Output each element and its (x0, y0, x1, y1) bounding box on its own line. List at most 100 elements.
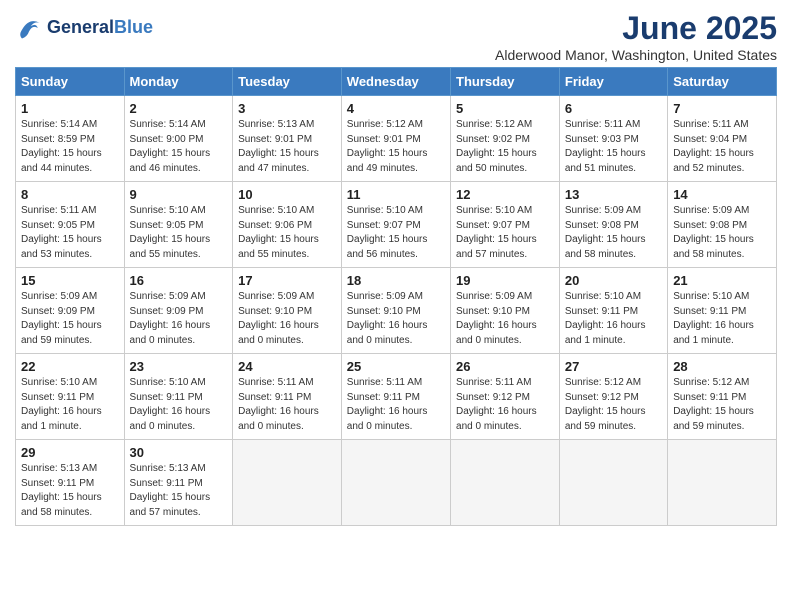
day-info: Sunrise: 5:11 AM Sunset: 9:11 PM Dayligh… (347, 376, 445, 434)
day-cell-20: 20 Sunrise: 5:10 AM Sunset: 9:11 PM Dayli… (559, 268, 667, 354)
day-cell-15: 15 Sunrise: 5:09 AM Sunset: 9:09 PM Dayli… (16, 268, 125, 354)
day-info: Sunrise: 5:12 AM Sunset: 9:12 PM Dayligh… (565, 376, 662, 434)
day-cell-1: 1 Sunrise: 5:14 AM Sunset: 8:59 PM Daylig… (16, 96, 125, 182)
weekday-header-sunday: Sunday (16, 68, 125, 96)
weekday-header-wednesday: Wednesday (341, 68, 450, 96)
day-number: 25 (347, 359, 445, 374)
day-number: 30 (130, 445, 228, 460)
day-cell-18: 18 Sunrise: 5:09 AM Sunset: 9:10 PM Dayli… (341, 268, 450, 354)
day-cell-13: 13Sunrise: 5:09 AM Sunset: 9:08 PM Dayli… (559, 182, 667, 268)
weekday-header-saturday: Saturday (668, 68, 777, 96)
day-info: Sunrise: 5:13 AM Sunset: 9:01 PM Dayligh… (238, 118, 336, 176)
day-cell-8: 8 Sunrise: 5:11 AM Sunset: 9:05 PM Daylig… (16, 182, 125, 268)
day-number: 9 (130, 187, 228, 202)
day-number: 7 (673, 101, 771, 116)
day-info: Sunrise: 5:10 AM Sunset: 9:07 PM Dayligh… (347, 204, 445, 262)
day-cell-19: 19Sunrise: 5:09 AM Sunset: 9:10 PM Dayli… (451, 268, 560, 354)
week-row-1: 1 Sunrise: 5:14 AM Sunset: 8:59 PM Daylig… (16, 96, 777, 182)
day-cell-11: 11 Sunrise: 5:10 AM Sunset: 9:07 PM Dayli… (341, 182, 450, 268)
day-info: Sunrise: 5:09 AM Sunset: 9:09 PM Dayligh… (130, 290, 228, 348)
day-number: 26 (456, 359, 554, 374)
day-number: 29 (21, 445, 119, 460)
day-info: Sunrise: 5:11 AM Sunset: 9:11 PM Dayligh… (238, 376, 336, 434)
day-number: 4 (347, 101, 445, 116)
day-cell-29: 29Sunrise: 5:13 AM Sunset: 9:11 PM Dayli… (16, 440, 125, 526)
day-info: Sunrise: 5:11 AM Sunset: 9:03 PM Dayligh… (565, 118, 662, 176)
day-info: Sunrise: 5:10 AM Sunset: 9:06 PM Dayligh… (238, 204, 336, 262)
day-number: 19 (456, 273, 554, 288)
day-number: 3 (238, 101, 336, 116)
day-cell-25: 25 Sunrise: 5:11 AM Sunset: 9:11 PM Dayli… (341, 354, 450, 440)
day-number: 27 (565, 359, 662, 374)
weekday-header-thursday: Thursday (451, 68, 560, 96)
day-info: Sunrise: 5:10 AM Sunset: 9:11 PM Dayligh… (130, 376, 228, 434)
empty-cell (233, 440, 342, 526)
day-number: 20 (565, 273, 662, 288)
day-number: 13 (565, 187, 662, 202)
day-number: 1 (21, 101, 119, 116)
day-number: 10 (238, 187, 336, 202)
day-number: 8 (21, 187, 119, 202)
day-number: 22 (21, 359, 119, 374)
day-number: 14 (673, 187, 771, 202)
weekday-header-tuesday: Tuesday (233, 68, 342, 96)
empty-cell (668, 440, 777, 526)
logo-icon (15, 14, 43, 42)
day-info: Sunrise: 5:09 AM Sunset: 9:09 PM Dayligh… (21, 290, 119, 348)
day-cell-22: 22 Sunrise: 5:10 AM Sunset: 9:11 PM Dayli… (16, 354, 125, 440)
month-title: June 2025 (495, 10, 777, 47)
day-number: 2 (130, 101, 228, 116)
page-header: GeneralBlue June 2025 Alderwood Manor, W… (15, 10, 777, 63)
day-info: Sunrise: 5:12 AM Sunset: 9:01 PM Dayligh… (347, 118, 445, 176)
day-info: Sunrise: 5:11 AM Sunset: 9:12 PM Dayligh… (456, 376, 554, 434)
day-info: Sunrise: 5:10 AM Sunset: 9:11 PM Dayligh… (673, 290, 771, 348)
day-info: Sunrise: 5:10 AM Sunset: 9:07 PM Dayligh… (456, 204, 554, 262)
day-number: 6 (565, 101, 662, 116)
day-info: Sunrise: 5:11 AM Sunset: 9:05 PM Dayligh… (21, 204, 119, 262)
day-cell-10: 10 Sunrise: 5:10 AM Sunset: 9:06 PM Dayli… (233, 182, 342, 268)
day-cell-30: 30 Sunrise: 5:13 AM Sunset: 9:11 PM Dayli… (124, 440, 233, 526)
day-cell-17: 17 Sunrise: 5:09 AM Sunset: 9:10 PM Dayli… (233, 268, 342, 354)
day-number: 18 (347, 273, 445, 288)
week-row-2: 8 Sunrise: 5:11 AM Sunset: 9:05 PM Daylig… (16, 182, 777, 268)
day-cell-28: 28 Sunrise: 5:12 AM Sunset: 9:11 PM Dayli… (668, 354, 777, 440)
day-info: Sunrise: 5:10 AM Sunset: 9:11 PM Dayligh… (565, 290, 662, 348)
day-cell-26: 26 Sunrise: 5:11 AM Sunset: 9:12 PM Dayli… (451, 354, 560, 440)
day-number: 17 (238, 273, 336, 288)
empty-cell (559, 440, 667, 526)
day-number: 5 (456, 101, 554, 116)
weekday-header-row: SundayMondayTuesdayWednesdayThursdayFrid… (16, 68, 777, 96)
day-cell-14: 14 Sunrise: 5:09 AM Sunset: 9:08 PM Dayli… (668, 182, 777, 268)
logo: GeneralBlue (15, 14, 153, 42)
empty-cell (341, 440, 450, 526)
day-number: 11 (347, 187, 445, 202)
calendar: SundayMondayTuesdayWednesdayThursdayFrid… (15, 67, 777, 526)
day-number: 24 (238, 359, 336, 374)
day-number: 23 (130, 359, 228, 374)
day-info: Sunrise: 5:12 AM Sunset: 9:11 PM Dayligh… (673, 376, 771, 434)
day-cell-16: 16Sunrise: 5:09 AM Sunset: 9:09 PM Dayli… (124, 268, 233, 354)
day-cell-7: 7 Sunrise: 5:11 AM Sunset: 9:04 PM Daylig… (668, 96, 777, 182)
day-info: Sunrise: 5:13 AM Sunset: 9:11 PM Dayligh… (130, 462, 228, 520)
day-cell-24: 24 Sunrise: 5:11 AM Sunset: 9:11 PM Dayli… (233, 354, 342, 440)
day-cell-4: 4 Sunrise: 5:12 AM Sunset: 9:01 PM Daylig… (341, 96, 450, 182)
location-title: Alderwood Manor, Washington, United Stat… (495, 47, 777, 63)
day-number: 15 (21, 273, 119, 288)
day-cell-5: 5 Sunrise: 5:12 AM Sunset: 9:02 PM Daylig… (451, 96, 560, 182)
title-area: June 2025 Alderwood Manor, Washington, U… (495, 10, 777, 63)
day-cell-9: 9Sunrise: 5:10 AM Sunset: 9:05 PM Daylig… (124, 182, 233, 268)
day-info: Sunrise: 5:09 AM Sunset: 9:08 PM Dayligh… (673, 204, 771, 262)
day-info: Sunrise: 5:12 AM Sunset: 9:02 PM Dayligh… (456, 118, 554, 176)
day-info: Sunrise: 5:11 AM Sunset: 9:04 PM Dayligh… (673, 118, 771, 176)
logo-line1: GeneralBlue (47, 18, 153, 38)
day-number: 28 (673, 359, 771, 374)
week-row-3: 15 Sunrise: 5:09 AM Sunset: 9:09 PM Dayli… (16, 268, 777, 354)
day-info: Sunrise: 5:10 AM Sunset: 9:11 PM Dayligh… (21, 376, 119, 434)
day-info: Sunrise: 5:09 AM Sunset: 9:10 PM Dayligh… (238, 290, 336, 348)
week-row-5: 29 Sunrise: 5:13 AM Sunset: 9:11 PM Dayli… (16, 440, 777, 526)
day-info: Sunrise: 5:14 AM Sunset: 8:59 PM Dayligh… (21, 118, 119, 176)
day-cell-27: 27 Sunrise: 5:12 AM Sunset: 9:12 PM Dayli… (559, 354, 667, 440)
day-number: 12 (456, 187, 554, 202)
day-info: Sunrise: 5:09 AM Sunset: 9:10 PM Dayligh… (347, 290, 445, 348)
day-cell-2: 2Sunrise: 5:14 AM Sunset: 9:00 PM Daylig… (124, 96, 233, 182)
